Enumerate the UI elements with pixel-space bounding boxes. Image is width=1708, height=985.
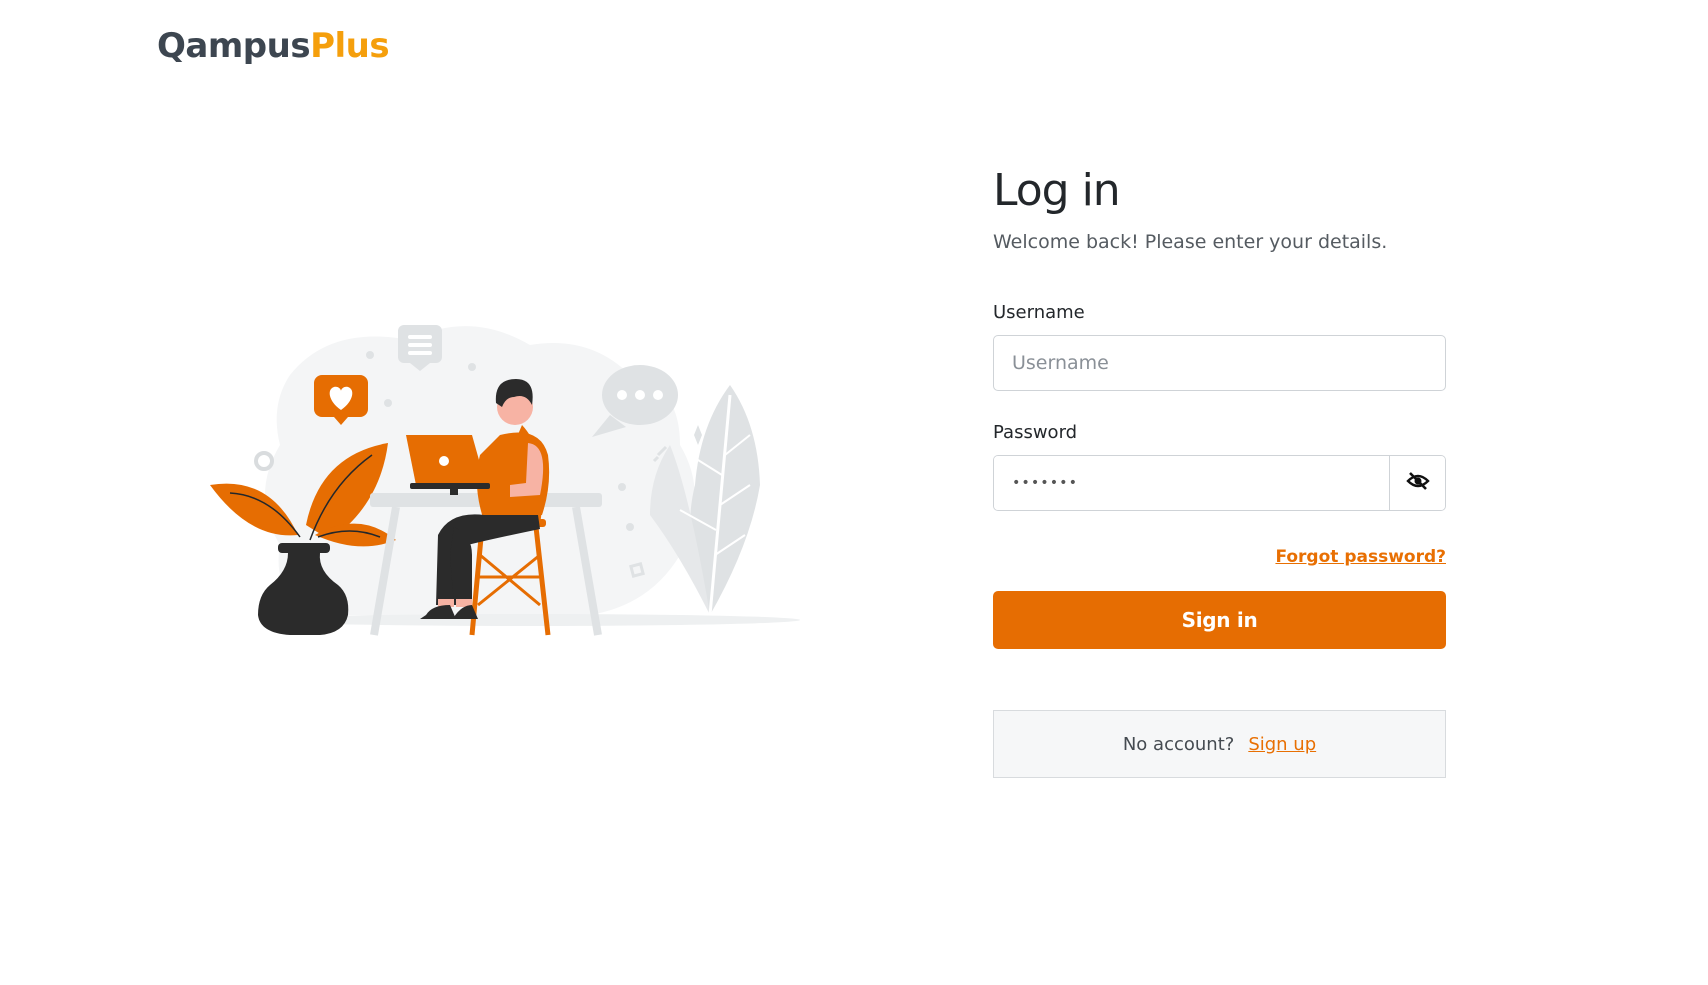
eye-slash-icon — [1405, 471, 1430, 496]
brand-name-part2: Plus — [310, 26, 390, 66]
person-working-illustration — [210, 315, 810, 645]
no-account-text: No account? — [1122, 733, 1235, 755]
forgot-row: Forgot password? — [993, 547, 1446, 571]
page-title: Log in — [993, 165, 1121, 216]
brand-name-part1: Qampus — [157, 26, 311, 66]
password-field — [993, 455, 1446, 511]
username-label: Username — [993, 302, 1085, 323]
sign-up-link[interactable]: Sign up — [1248, 734, 1316, 755]
brand-logo[interactable]: QampusPlus — [157, 26, 390, 66]
login-page: QampusPlus Log in Welcome back! Please e… — [0, 0, 1708, 985]
signup-box: No account? Sign up — [993, 710, 1446, 778]
username-input[interactable] — [993, 335, 1446, 391]
sign-in-button[interactable]: Sign in — [993, 591, 1446, 649]
toggle-password-visibility-button[interactable] — [1389, 456, 1445, 510]
login-form: Log in Welcome back! Please enter your d… — [993, 163, 1446, 778]
page-subtitle: Welcome back! Please enter your details. — [993, 231, 1388, 253]
forgot-password-link[interactable]: Forgot password? — [1275, 547, 1446, 567]
password-label: Password — [993, 422, 1078, 443]
password-input[interactable] — [994, 456, 1389, 510]
